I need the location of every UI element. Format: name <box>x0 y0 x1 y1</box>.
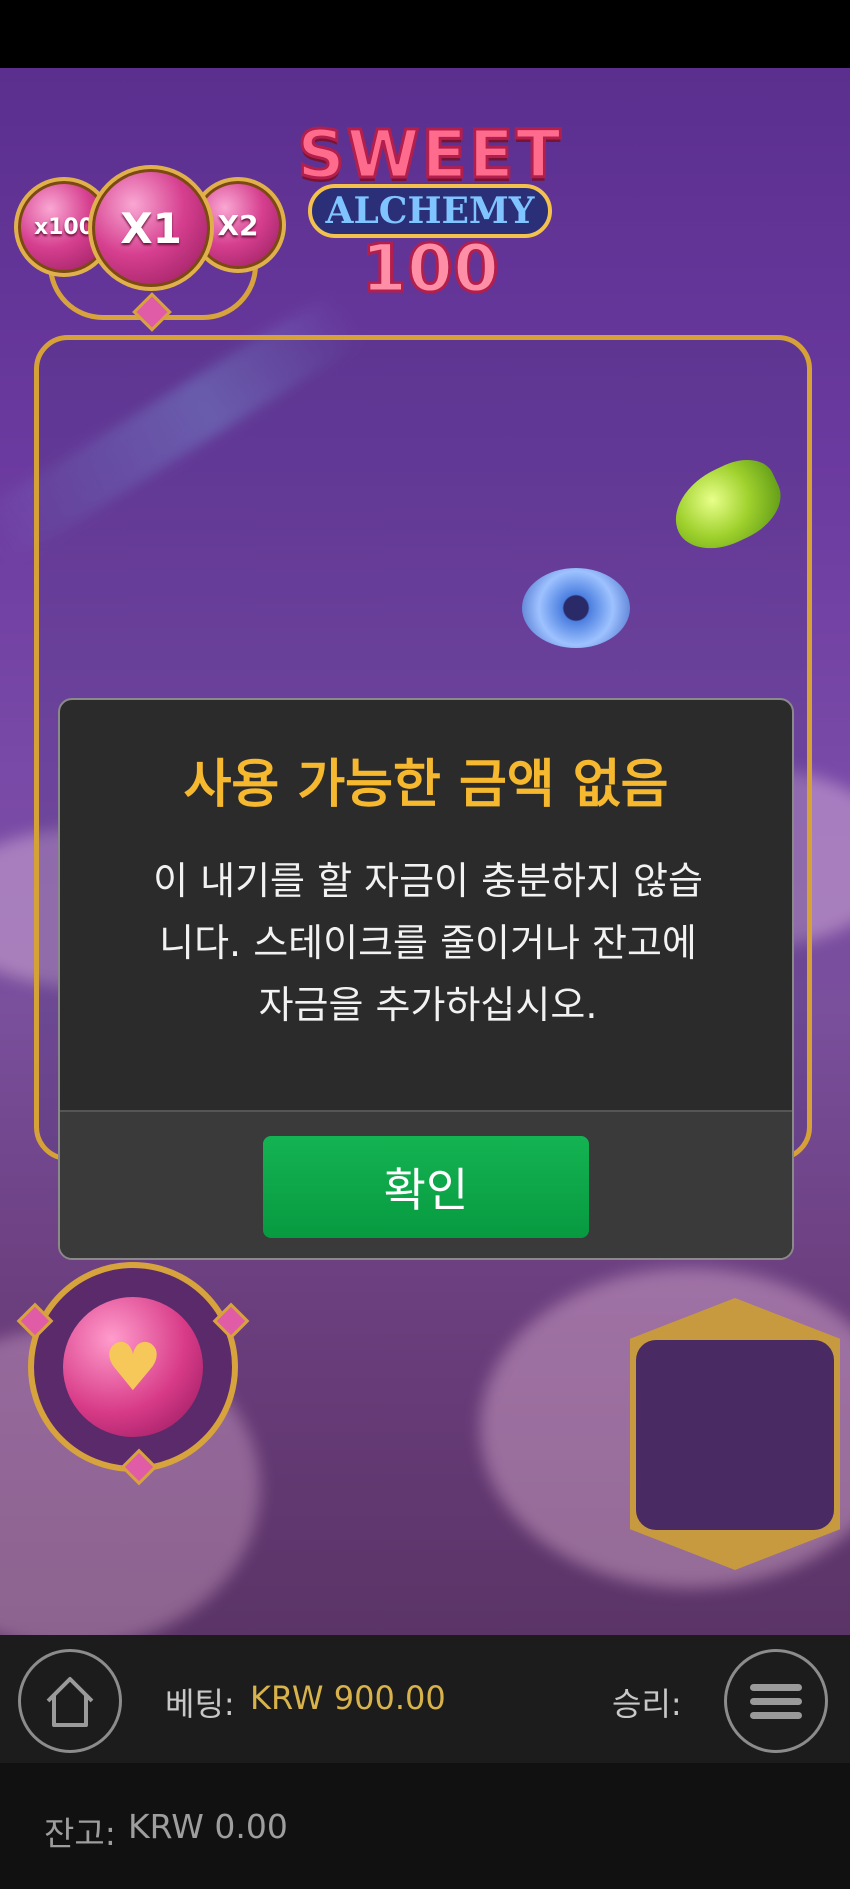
balance-bar: 잔고: KRW 0.00 <box>0 1763 850 1889</box>
dialog-message: 이 내기를 할 자금이 충분하지 않습 니다. 스테이크를 줄이거나 잔고에 자… <box>100 850 756 1036</box>
home-button[interactable] <box>18 1649 122 1753</box>
balance-label: 잔고: <box>44 1814 116 1853</box>
status-bar <box>0 0 850 68</box>
ring-candy-icon <box>522 568 630 648</box>
dialog-title: 사용 가능한 금액 없음 <box>183 755 669 815</box>
logo-100: 100 <box>360 230 501 307</box>
multiplier-cluster: x100 X2 X1 <box>10 105 286 332</box>
menu-icon <box>750 1677 802 1726</box>
insufficient-funds-dialog: 사용 가능한 금액 없음 이 내기를 할 자금이 충분하지 않습 니다. 스테이… <box>58 698 794 1260</box>
bet-value[interactable]: KRW 900.00 <box>250 1679 446 1717</box>
win-label: 승리: <box>612 1685 682 1723</box>
balance-value: KRW 0.00 <box>128 1807 288 1846</box>
dialog-message-line: 자금을 추가하십시오. <box>258 983 598 1027</box>
bet-label: 베팅: <box>165 1685 235 1723</box>
dialog-footer: 확인 <box>60 1110 792 1258</box>
logo-sweet: SWEET <box>296 116 563 193</box>
ok-button[interactable]: 확인 <box>263 1136 589 1238</box>
heart-icon: ♥ <box>63 1297 203 1437</box>
dialog-message-line: 이 내기를 할 자금이 충분하지 않습 <box>153 859 703 903</box>
game-logo: SWEET ALCHEMY 100 <box>270 116 590 310</box>
special-symbol-orb: ♥ <box>16 1262 250 1486</box>
menu-button[interactable] <box>724 1649 828 1753</box>
hexagon-slot <box>636 1340 834 1530</box>
bottom-bar: 베팅: KRW 900.00 승리: <box>0 1635 850 1763</box>
multiplier-orb-active: X1 <box>88 165 214 291</box>
home-icon <box>46 1677 94 1727</box>
dialog-message-line: 니다. 스테이크를 줄이거나 잔고에 <box>159 921 697 965</box>
